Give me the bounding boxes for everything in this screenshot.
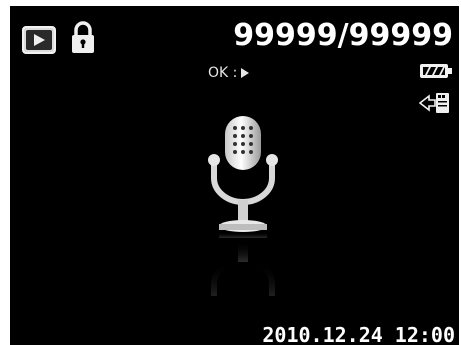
play-triangle-icon — [241, 68, 250, 78]
lock-icon — [70, 20, 96, 56]
battery-full-icon — [419, 62, 453, 80]
time-text: 12:00 — [394, 323, 455, 345]
camera-playback-screen: 99999/99999 OK : 2010.12.24 12:00 — [10, 6, 459, 345]
play-mode-icon — [22, 26, 56, 54]
date-time-stamp: 2010.12.24 12:00 — [262, 323, 455, 345]
date-text: 2010.12.24 — [262, 323, 383, 345]
ok-play-hint: OK : — [208, 64, 250, 82]
transfer-icon — [418, 92, 451, 114]
ok-hint-label: OK : — [208, 65, 238, 81]
microphone-icon — [200, 116, 286, 345]
file-counter: 99999/99999 — [233, 18, 453, 53]
